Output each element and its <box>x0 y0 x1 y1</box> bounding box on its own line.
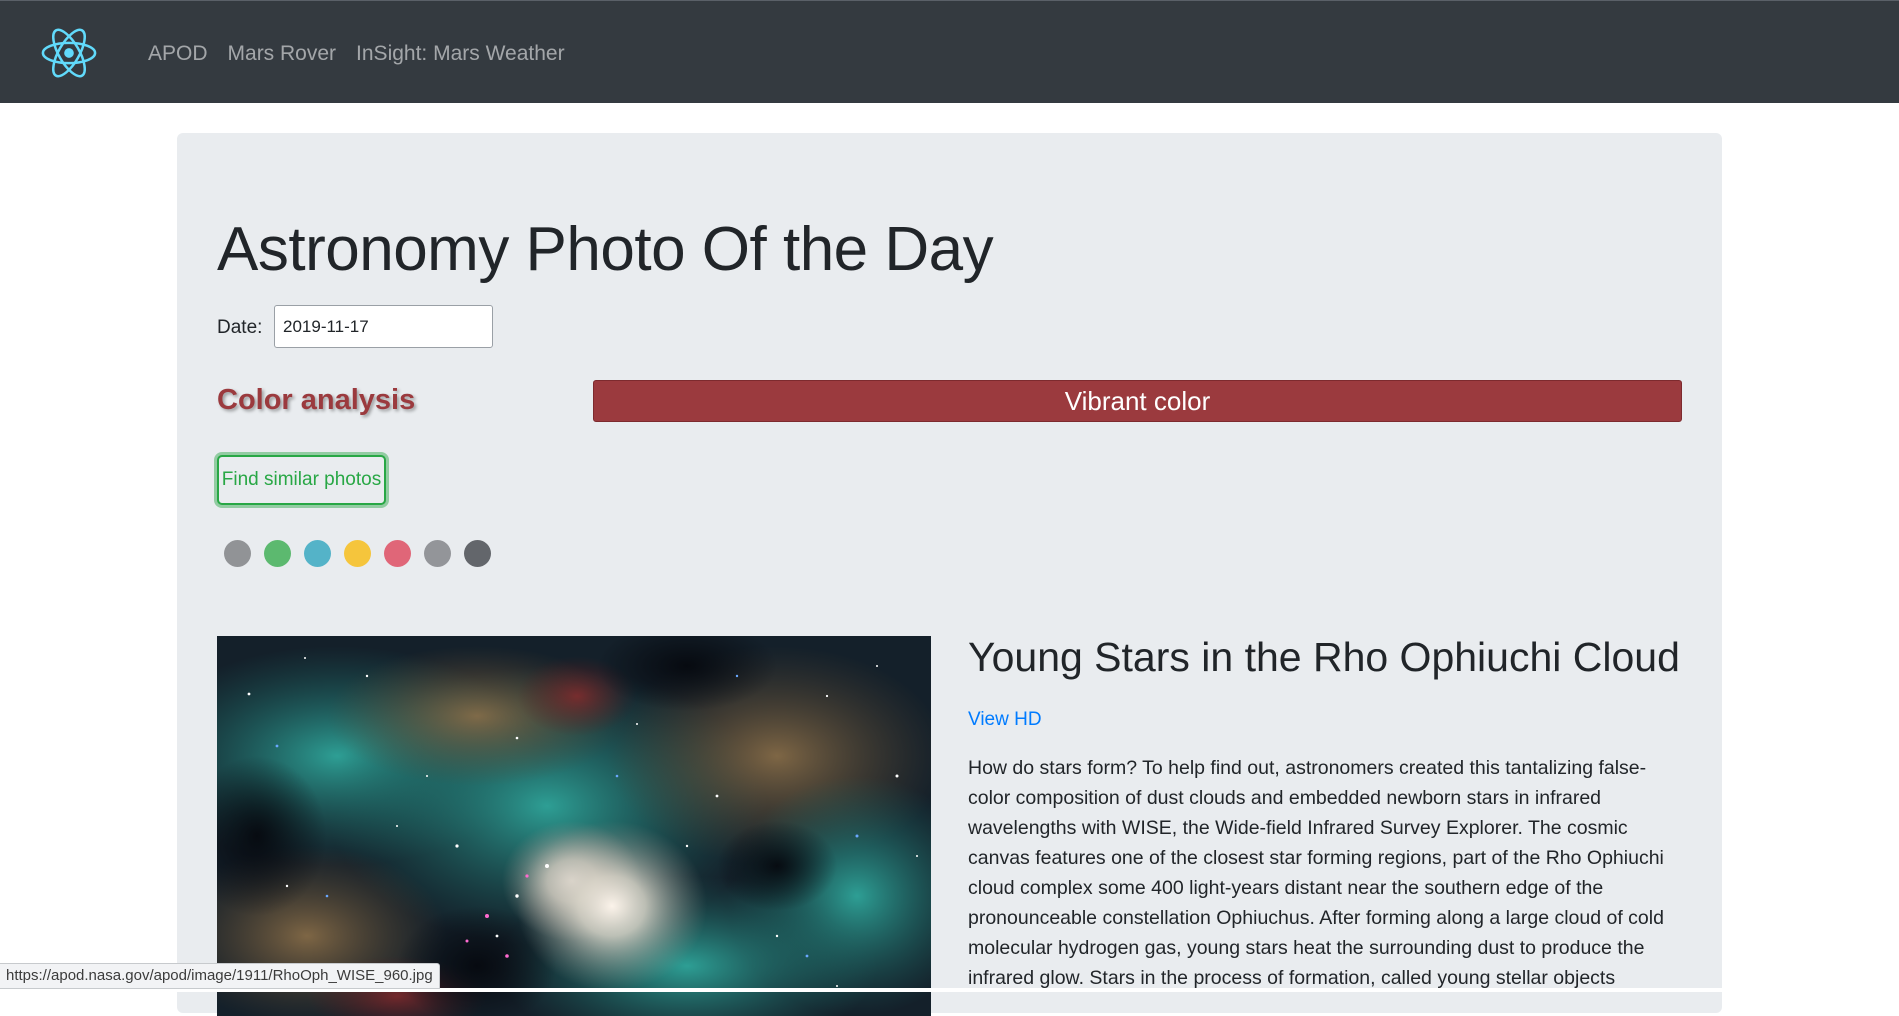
nav-link-mars-rover[interactable]: Mars Rover <box>228 41 337 67</box>
color-swatch[interactable] <box>264 540 291 567</box>
date-label: Date: <box>217 317 263 338</box>
color-swatch[interactable] <box>384 540 411 567</box>
color-analysis-heading: Color analysis <box>217 384 416 416</box>
color-swatch[interactable] <box>424 540 451 567</box>
nav-links: APOD Mars Rover InSight: Mars Weather <box>148 41 585 67</box>
nav-link-insight-mars-weather[interactable]: InSight: Mars Weather <box>356 41 565 67</box>
top-navbar: APOD Mars Rover InSight: Mars Weather <box>0 0 1899 103</box>
view-hd-link[interactable]: View HD <box>968 708 1042 732</box>
color-swatch[interactable] <box>344 540 371 567</box>
page-title: Astronomy Photo Of the Day <box>217 215 994 284</box>
color-swatch[interactable] <box>224 540 251 567</box>
color-swatch[interactable] <box>304 540 331 567</box>
photo-explanation: How do stars form? To help find out, ast… <box>968 757 1664 989</box>
apod-panel: Astronomy Photo Of the Day Date: Color a… <box>177 133 1722 1016</box>
find-similar-photos-button[interactable]: Find similar photos <box>217 455 386 505</box>
react-atom-icon[interactable] <box>40 23 98 83</box>
color-swatch[interactable] <box>464 540 491 567</box>
date-input[interactable] <box>274 305 493 348</box>
nav-link-apod[interactable]: APOD <box>148 41 208 67</box>
vibrant-color-bar: Vibrant color <box>593 380 1682 422</box>
photo-title: Young Stars in the Rho Ophiuchi Cloud <box>968 634 1680 680</box>
apod-photo[interactable] <box>217 636 931 1016</box>
color-swatches <box>224 540 504 567</box>
browser-status-bar: https://apod.nasa.gov/apod/image/1911/Rh… <box>0 963 440 989</box>
